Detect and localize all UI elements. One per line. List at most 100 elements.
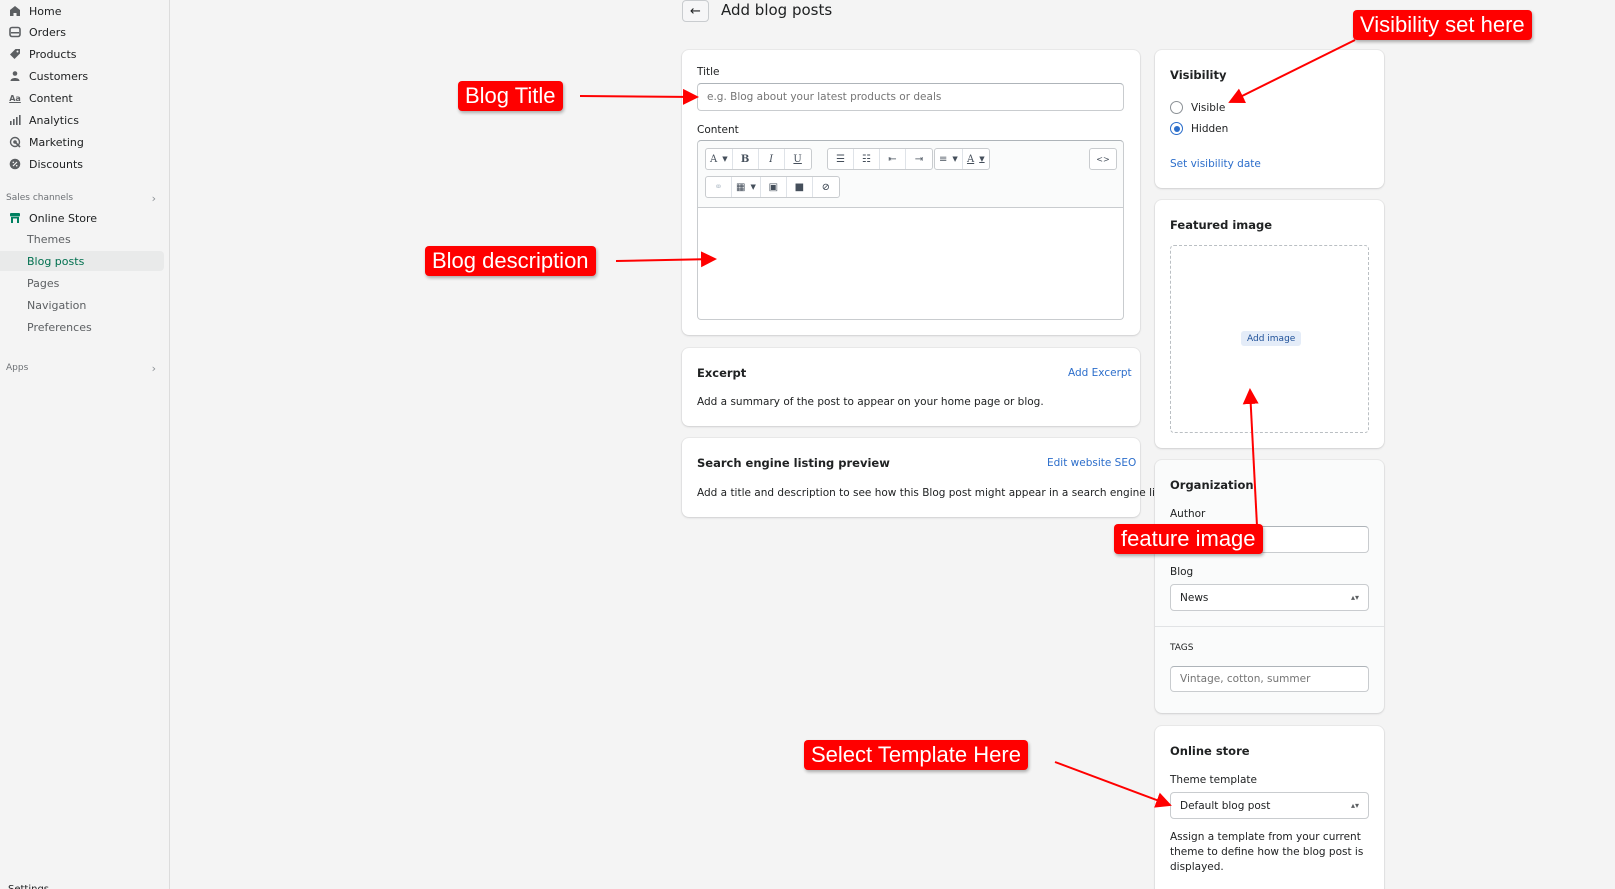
sidebar-item-label: Analytics <box>29 113 79 127</box>
visible-radio[interactable]: Visible <box>1170 101 1225 114</box>
sidebar-subitem-blog-posts[interactable]: Blog posts <box>0 251 164 271</box>
align-dropdown[interactable]: ≡ ▼ <box>935 149 963 169</box>
excerpt-title: Excerpt <box>697 366 747 380</box>
visibility-title: Visibility <box>1170 68 1227 82</box>
clear-format-icon[interactable]: ⊘ <box>813 177 839 197</box>
title-label: Title <box>697 66 720 78</box>
tags-input[interactable] <box>1170 666 1369 692</box>
excerpt-card <box>682 348 1140 426</box>
code-view-icon[interactable]: <> <box>1090 149 1116 169</box>
select-arrows-icon: ▴▾ <box>1350 593 1359 602</box>
content-editor: A ▼ B I U ☰ ☷ ⇤ ⇥ ≡ ▼ A ▼ <> ⚭ ▦ ▼ ▣ ■ ⊘ <box>697 140 1124 320</box>
hidden-radio[interactable]: Hidden <box>1170 122 1228 135</box>
annotation-select-template: Select Template Here <box>804 740 1028 770</box>
underline-button[interactable]: U <box>785 149 811 169</box>
sidebar-item-label: Orders <box>29 25 66 39</box>
edit-seo-link[interactable]: Edit website SEO <box>1047 457 1136 469</box>
sidebar-item-content[interactable]: Aa Content <box>0 87 164 109</box>
sidebar-item-label: Home <box>29 4 62 18</box>
blog-select-value: News <box>1180 591 1209 604</box>
organization-title: Organization <box>1170 478 1254 492</box>
format-group: A ▼ B I U <box>705 148 812 170</box>
indent-icon[interactable]: ⇥ <box>906 149 932 169</box>
annotation-visibility: Visibility set here <box>1353 10 1532 40</box>
sidebar-item-orders[interactable]: Orders <box>0 21 164 43</box>
discount-icon <box>8 157 22 171</box>
set-visibility-date-link[interactable]: Set visibility date <box>1170 158 1261 170</box>
chevron-right-icon: › <box>151 191 156 205</box>
bar-chart-icon <box>8 113 22 127</box>
excerpt-description: Add a summary of the post to appear on y… <box>697 396 1044 408</box>
theme-template-value: Default blog post <box>1180 799 1271 812</box>
blog-select[interactable]: News ▴▾ <box>1170 584 1369 611</box>
caret-down-icon: ▼ <box>979 155 985 163</box>
font-style-dropdown[interactable]: A ▼ <box>706 149 733 169</box>
author-label: Author <box>1170 508 1206 520</box>
sidebar: Home Orders Products Customers Aa Conten… <box>0 0 170 889</box>
home-icon <box>8 4 22 18</box>
sidebar-item-discounts[interactable]: Discounts <box>0 153 164 175</box>
content-textarea[interactable] <box>698 208 1123 320</box>
sidebar-subitem-pages[interactable]: Pages <box>0 273 164 293</box>
sidebar-item-home[interactable]: Home <box>0 0 164 22</box>
bold-button[interactable]: B <box>733 149 759 169</box>
sidebar-item-products[interactable]: Products <box>0 43 164 65</box>
sidebar-item-customers[interactable]: Customers <box>0 65 164 87</box>
arrow-blog-title <box>579 88 699 105</box>
align-group: ≡ ▼ A ▼ <box>934 148 990 170</box>
arrow-left-icon: ← <box>690 3 701 19</box>
sidebar-item-label: Customers <box>29 69 89 83</box>
text-color-dropdown[interactable]: A ▼ <box>963 149 989 169</box>
sidebar-item-label: Content <box>29 91 73 105</box>
blog-label: Blog <box>1170 566 1194 578</box>
caret-down-icon: ▼ <box>750 183 756 191</box>
outdent-icon[interactable]: ⇤ <box>880 149 906 169</box>
numbered-list-icon[interactable]: ☷ <box>854 149 880 169</box>
theme-template-select[interactable]: Default blog post ▴▾ <box>1170 792 1369 819</box>
person-icon <box>8 69 22 83</box>
title-input[interactable] <box>697 83 1124 111</box>
featured-image-title: Featured image <box>1170 218 1273 232</box>
caret-down-icon: ▼ <box>952 155 958 163</box>
orders-icon <box>8 25 22 39</box>
sidebar-subitem-preferences[interactable]: Preferences <box>0 317 164 337</box>
sidebar-item-label: Products <box>29 47 77 61</box>
chevron-right-icon: › <box>151 361 156 375</box>
seo-title: Search engine listing preview <box>697 456 890 470</box>
sidebar-item-online-store[interactable]: Online Store <box>0 207 164 229</box>
select-arrows-icon: ▴▾ <box>1350 801 1359 810</box>
theme-template-label: Theme template <box>1170 774 1257 786</box>
marketing-icon <box>8 135 22 149</box>
sales-channels-header[interactable]: Sales channels › <box>6 190 156 206</box>
sidebar-item-label: Online Store <box>29 211 98 225</box>
video-icon[interactable]: ■ <box>787 177 813 197</box>
apps-label: Apps <box>6 363 29 373</box>
apps-header[interactable]: Apps › <box>6 360 156 376</box>
image-icon[interactable]: ▣ <box>761 177 787 197</box>
sales-channels-label: Sales channels <box>6 193 74 203</box>
link-icon[interactable]: ⚭ <box>706 177 732 197</box>
back-button[interactable]: ← <box>682 0 709 22</box>
table-dropdown[interactable]: ▦ ▼ <box>732 177 761 197</box>
sidebar-item-settings[interactable]: Settings <box>8 884 49 889</box>
sidebar-item-analytics[interactable]: Analytics <box>0 109 164 131</box>
editor-toolbar: A ▼ B I U ☰ ☷ ⇤ ⇥ ≡ ▼ A ▼ <> ⚭ ▦ ▼ ▣ ■ ⊘ <box>698 141 1123 208</box>
tags-label: TAGS <box>1170 643 1194 653</box>
sidebar-item-label: Marketing <box>29 135 84 149</box>
bullet-list-icon[interactable]: ☰ <box>828 149 854 169</box>
content-icon: Aa <box>9 93 21 103</box>
online-store-title: Online store <box>1170 744 1250 758</box>
radio-unchecked[interactable] <box>1170 101 1183 114</box>
template-help-text: Assign a template from your current them… <box>1170 831 1364 873</box>
sidebar-subitem-themes[interactable]: Themes <box>0 229 164 249</box>
sidebar-item-marketing[interactable]: Marketing <box>0 131 164 153</box>
radio-checked[interactable] <box>1170 122 1183 135</box>
italic-button[interactable]: I <box>759 149 785 169</box>
add-image-button[interactable]: Add image <box>1241 331 1302 346</box>
html-group: <> <box>1089 148 1117 170</box>
annotation-blog-description: Blog description <box>425 246 596 276</box>
annotation-feature-image: feature image <box>1114 524 1263 554</box>
add-excerpt-link[interactable]: Add Excerpt <box>1068 367 1132 379</box>
arrow-select-template <box>1054 761 1172 808</box>
sidebar-subitem-navigation[interactable]: Navigation <box>0 295 164 315</box>
